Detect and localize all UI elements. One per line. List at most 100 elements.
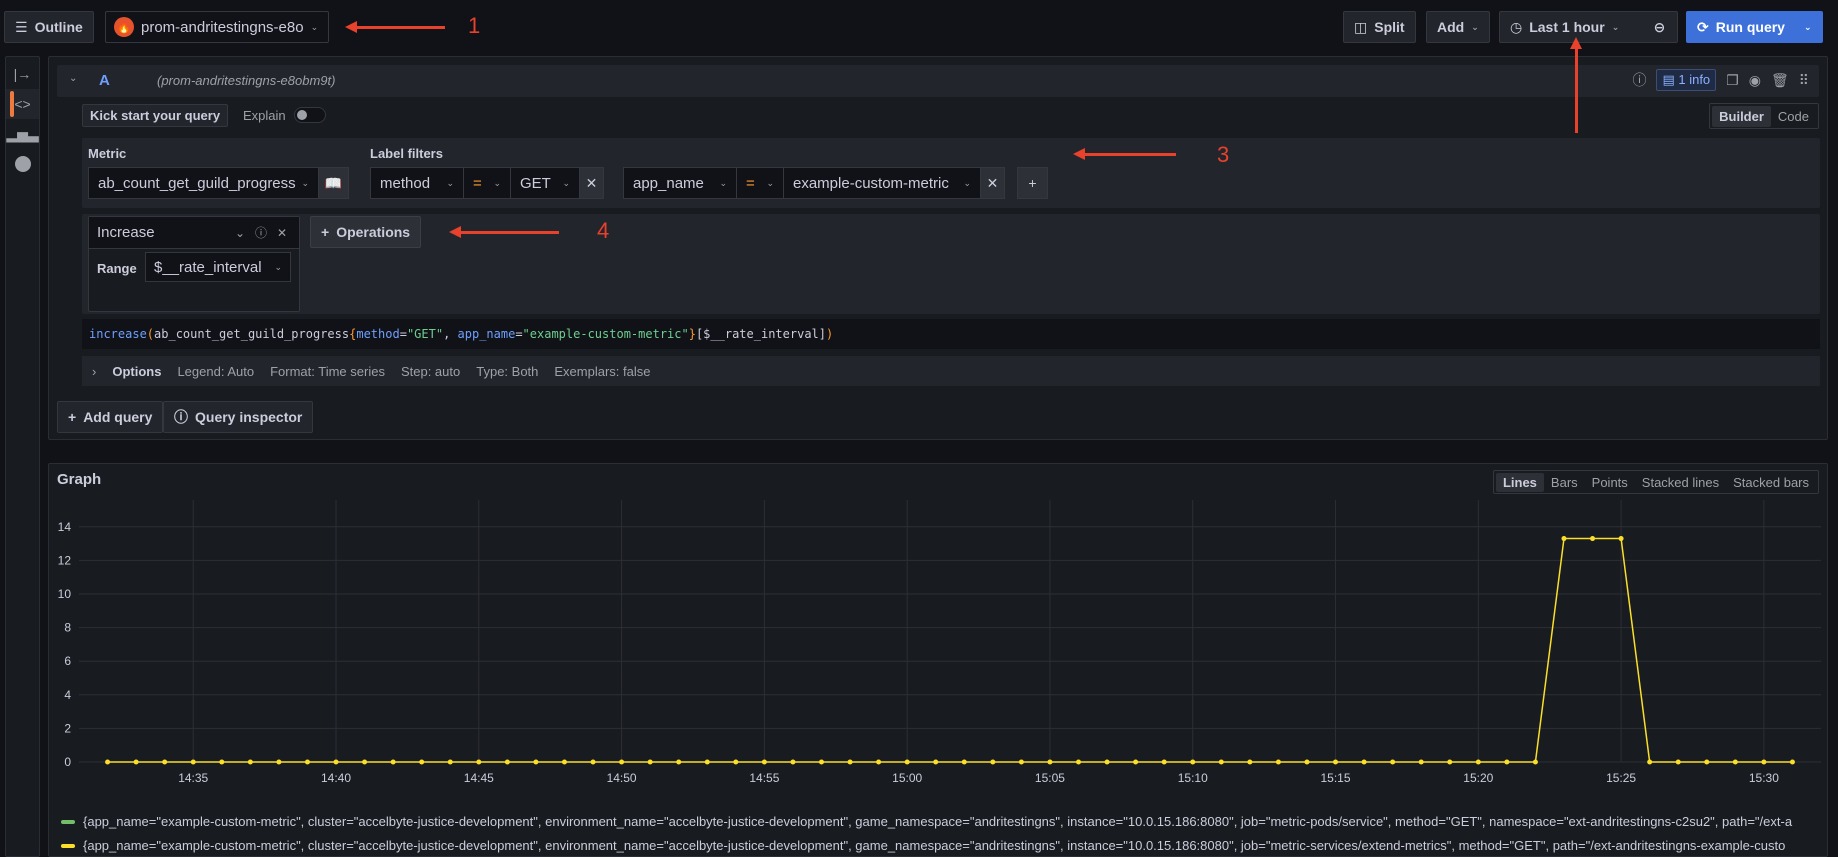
graph-type-lines[interactable]: Lines <box>1495 472 1544 492</box>
expand-outline-button[interactable]: |→ <box>6 59 39 89</box>
remove-filter-button[interactable]: ✕ <box>980 167 1005 199</box>
metric-filters-row: Metric ab_count_get_guild_progress ⌄ 📖 La… <box>82 138 1820 241</box>
clock-icon: ◷ <box>1510 18 1523 35</box>
plus-icon: + <box>68 409 77 425</box>
graph-type-bars[interactable]: Bars <box>1544 473 1585 492</box>
x-tick-label: 14:50 <box>607 771 637 785</box>
info-icon: ⓘ <box>174 409 188 425</box>
duplicate-icon[interactable]: ❐ <box>1726 72 1739 89</box>
query-options-row[interactable]: › Options Legend: Auto Format: Time seri… <box>82 356 1820 386</box>
operation-header[interactable]: Increase ⌄ ⓘ ✕ <box>89 217 299 249</box>
data-point <box>133 759 139 765</box>
remove-filter-button[interactable]: ✕ <box>579 167 604 199</box>
mode-code[interactable]: Code <box>1771 106 1816 127</box>
drag-handle-icon[interactable]: ⠿ <box>1799 72 1809 89</box>
query-row-actions: ⓘ ▤ 1 info ❐ ◉ 🗑 ⠿ <box>1632 69 1809 91</box>
data-point <box>1447 759 1453 765</box>
filter-operator-select[interactable]: = ⌄ <box>736 167 784 199</box>
zoom-out-button[interactable]: ⊖ <box>1642 11 1678 43</box>
chevron-down-icon: ⌄ <box>719 177 727 188</box>
time-series-chart[interactable]: 0 2 4 6 8 10 12 14 14:35 14:40 14:45 14:50 14:55 15:0… <box>49 500 1829 810</box>
add-query-button[interactable]: + Add query <box>57 401 164 433</box>
legend-swatch <box>61 843 75 848</box>
filter-value-select[interactable]: GET ⌄ <box>510 167 580 199</box>
close-icon: ✕ <box>585 174 598 191</box>
sidebar-item-queries[interactable]: <> <box>6 89 39 119</box>
query-row-header: ⌄ A (prom-andritestingns-e8obm9t) ⓘ ▤ 1 … <box>57 65 1819 97</box>
y-tick-label: 14 <box>58 520 72 534</box>
data-point <box>1732 759 1738 765</box>
annotation-label: 3 <box>1217 142 1230 167</box>
data-point <box>1018 759 1024 765</box>
metric-label: Metric <box>88 146 127 161</box>
data-point <box>362 759 368 765</box>
data-point <box>190 759 196 765</box>
help-icon[interactable]: ⓘ <box>1632 70 1646 90</box>
filter-operator-select[interactable]: = ⌄ <box>463 167 511 199</box>
collapse-chevron-icon[interactable]: ⌄ <box>69 73 77 84</box>
data-point <box>419 759 425 765</box>
graph-type-points[interactable]: Points <box>1585 473 1635 492</box>
legend-item[interactable]: {app_name="example-custom-metric", clust… <box>61 838 1821 853</box>
graph-type-stacked-lines[interactable]: Stacked lines <box>1635 473 1726 492</box>
mode-builder[interactable]: Builder <box>1712 105 1771 127</box>
data-point <box>1590 536 1596 542</box>
info-icon[interactable]: ⓘ <box>255 224 267 241</box>
plus-icon: + <box>321 224 330 240</box>
graph-type-stacked-bars[interactable]: Stacked bars <box>1726 473 1816 492</box>
query-inspector-button[interactable]: ⓘ Query inspector <box>163 401 314 433</box>
outline-button[interactable]: ☰ Outline <box>4 11 94 43</box>
data-point <box>333 759 339 765</box>
y-tick-label: 6 <box>64 654 71 668</box>
metrics-explorer-button[interactable]: 📖 <box>318 167 349 199</box>
x-tick-label: 15:10 <box>1178 771 1208 785</box>
split-button[interactable]: ◫ Split <box>1343 11 1416 43</box>
info-badge[interactable]: ▤ 1 info <box>1656 69 1717 91</box>
chevron-down-icon: ⌄ <box>1471 21 1479 32</box>
chevron-down-icon[interactable]: ⌄ <box>235 226 245 240</box>
range-select[interactable]: $__rate_interval ⌄ <box>145 252 291 282</box>
query-ref-id[interactable]: A <box>99 72 110 89</box>
graph-title: Graph <box>57 471 102 488</box>
prometheus-icon <box>14 156 31 172</box>
x-tick-label: 15:25 <box>1606 771 1636 785</box>
kick-start-button[interactable]: Kick start your query <box>82 104 229 127</box>
data-point <box>561 759 567 765</box>
annotation-arrow <box>345 21 445 33</box>
data-point <box>247 759 253 765</box>
filter-label-select[interactable]: app_name ⌄ <box>623 167 737 199</box>
data-point <box>1675 759 1681 765</box>
graph-type-switch: Lines Bars Points Stacked lines Stacked … <box>1492 470 1819 494</box>
metric-select[interactable]: ab_count_get_guild_progress ⌄ <box>88 167 319 199</box>
data-point <box>1704 759 1710 765</box>
explain-switch[interactable] <box>293 107 326 123</box>
annotation-arrow <box>1073 148 1176 160</box>
filter-label-select[interactable]: method ⌄ <box>370 167 464 199</box>
run-query-button[interactable]: ⟳ Run query ⌄ <box>1686 11 1823 43</box>
data-point <box>504 759 510 765</box>
close-icon[interactable]: ✕ <box>277 226 287 240</box>
data-point <box>1532 759 1538 765</box>
legend-item[interactable]: {app_name="example-custom-metric", clust… <box>61 814 1821 829</box>
explain-toggle[interactable]: Explain <box>243 107 326 123</box>
data-point <box>704 759 710 765</box>
data-point <box>1133 759 1139 765</box>
chevron-down-icon: ⌄ <box>1803 21 1812 32</box>
sidebar-item-graph[interactable]: ▂▅▃ <box>6 119 39 149</box>
x-tick-label: 15:15 <box>1321 771 1351 785</box>
expand-icon: |→ <box>13 66 32 82</box>
book-icon: 📖 <box>324 174 343 191</box>
trash-icon[interactable]: 🗑 <box>1771 72 1789 89</box>
data-point <box>933 759 939 765</box>
data-point <box>1504 759 1510 765</box>
add-operation-button[interactable]: + Operations <box>310 216 422 248</box>
add-button[interactable]: Add ⌄ <box>1426 11 1490 43</box>
bar-chart-icon: ▂▅▃ <box>6 125 39 142</box>
datasource-picker[interactable]: 🔥 prom-andritestingns-e8o ⌄ <box>105 11 330 43</box>
eye-icon[interactable]: ◉ <box>1749 72 1761 89</box>
add-filter-button[interactable]: + <box>1017 167 1048 199</box>
filter-value-select[interactable]: example-custom-metric ⌄ <box>783 167 981 199</box>
legend-swatch <box>61 819 75 824</box>
data-point <box>162 759 168 765</box>
sidebar-item-datasource[interactable] <box>6 149 39 179</box>
